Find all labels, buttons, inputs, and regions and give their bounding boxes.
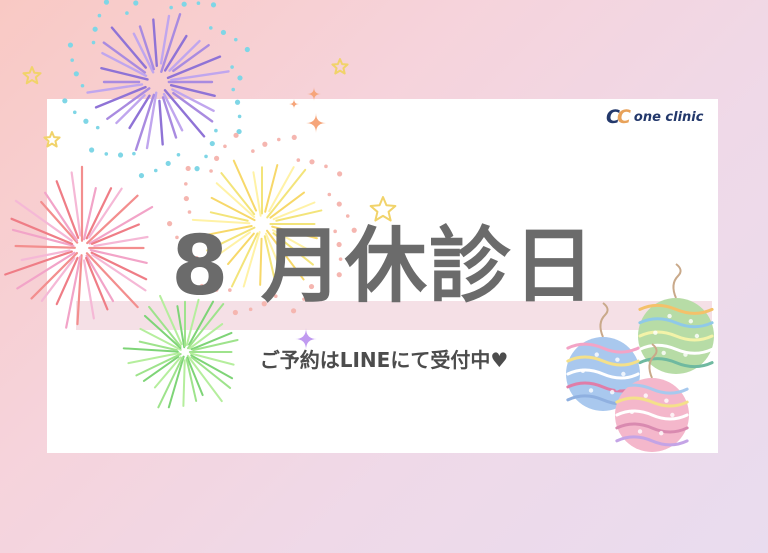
star-sparkle [331,58,349,75]
plus-sparkle [306,113,326,133]
star-sparkle [43,131,61,148]
plus-sparkle [289,99,299,109]
page-title: 8 月休診日 [171,219,597,314]
brand-logo: CC one clinic [606,106,703,128]
logo-mark: CC [606,106,631,128]
star-sparkle [22,66,42,85]
plus-sparkle [307,87,321,101]
brand-name: one clinic [633,109,704,125]
purple-firework [62,0,250,179]
subtitle-text: ご予約はLINEにて受付中♥ [259,348,509,372]
